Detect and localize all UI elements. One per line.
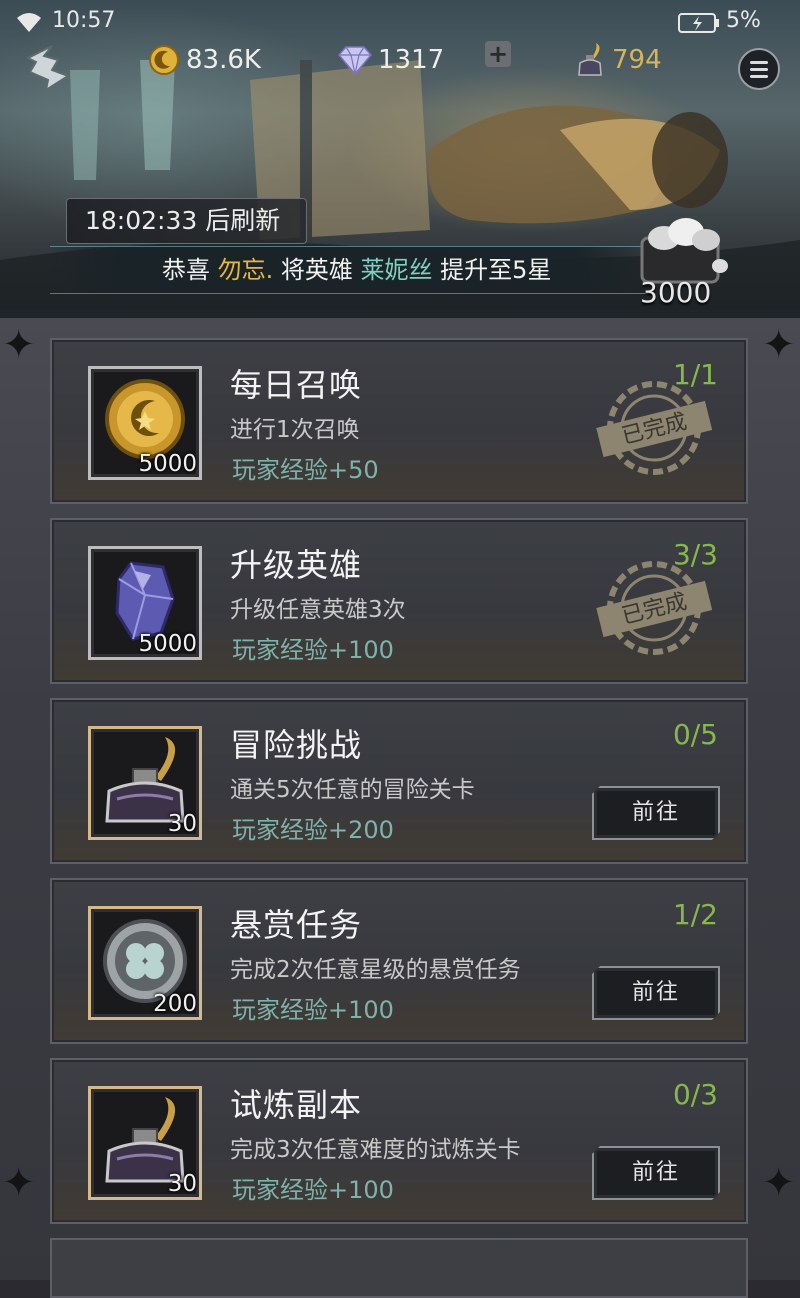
task-title: 悬赏任务 (230, 906, 363, 944)
ink-bottle-icon (578, 43, 602, 76)
battery-icon (678, 13, 719, 33)
task-card-partial (50, 1238, 748, 1298)
completed-stamp-icon: 已完成 (596, 561, 712, 655)
menu-button[interactable] (738, 48, 780, 90)
reward-slot[interactable]: 5000 (88, 546, 202, 660)
task-exp-reward: 玩家经验+100 (232, 636, 394, 664)
corner-ornament: ✦ (762, 322, 796, 368)
refresh-timer: 18:02:33 后刷新 (66, 198, 308, 244)
menu-line (750, 61, 768, 64)
menu-line (750, 75, 768, 78)
ticker-hero-name: 莱妮丝 (360, 256, 433, 284)
reward-quantity: 30 (167, 1171, 197, 1197)
ink-amount: 794 (612, 45, 662, 75)
ticker-text: 恭喜 勿忘. 将英雄 莱妮丝 提升至5星 (162, 247, 551, 293)
task-description: 完成2次任意星级的悬赏任务 (230, 957, 521, 983)
task-card: 5000 升级英雄 升级任意英雄3次 玩家经验+100 3/3 已完成 (50, 518, 748, 684)
task-description: 通关5次任意的冒险关卡 (230, 777, 475, 803)
ticker-player-name: 勿忘. (217, 256, 274, 284)
task-title: 冒险挑战 (230, 726, 363, 764)
reward-slot[interactable]: 30 (88, 1086, 202, 1200)
reward-quantity: 5000 (138, 631, 197, 657)
reward-slot[interactable]: 30 (88, 726, 202, 840)
announcement-ticker: 恭喜 勿忘. 将英雄 莱妮丝 提升至5星 (50, 246, 650, 294)
gold-coin-icon (149, 45, 179, 75)
task-card: 30 冒险挑战 通关5次任意的冒险关卡 玩家经验+200 0/5 前往 (50, 698, 748, 864)
header-banner: 10:57 5% 83.6K 1317 + 794 18:02:33 后刷新 恭… (0, 0, 800, 318)
go-button[interactable]: 前往 (592, 966, 720, 1020)
reward-quantity: 200 (153, 991, 197, 1017)
task-title: 升级英雄 (230, 546, 363, 584)
gold-counter: 83.6K (148, 40, 261, 80)
completed-stamp-icon: 已完成 (596, 381, 712, 475)
go-button[interactable]: 前往 (592, 1146, 720, 1200)
reward-quantity: 5000 (138, 451, 197, 477)
corner-ornament: ✦ (2, 322, 36, 368)
task-exp-reward: 玩家经验+50 (232, 456, 379, 484)
back-arrow-icon[interactable] (22, 42, 74, 94)
corner-ornament: ✦ (2, 1160, 36, 1206)
status-bar: 10:57 5% (0, 0, 800, 44)
menu-line (750, 68, 768, 71)
task-progress: 0/3 (672, 1078, 718, 1111)
add-gems-button[interactable]: + (485, 41, 511, 67)
task-card: 30 试炼副本 完成3次任意难度的试炼关卡 玩家经验+100 0/3 前往 (50, 1058, 748, 1224)
ticker-middle: 将英雄 (273, 256, 361, 284)
task-exp-reward: 玩家经验+100 (232, 996, 394, 1024)
task-description: 升级任意英雄3次 (230, 597, 406, 623)
task-description: 完成3次任意难度的试炼关卡 (230, 1137, 521, 1163)
ticker-suffix: 提升至5星 (432, 256, 552, 284)
task-title: 每日召唤 (230, 366, 363, 404)
ink-counter: 794 (576, 40, 662, 80)
task-exp-reward: 玩家经验+100 (232, 1176, 394, 1204)
task-card: 5000 每日召唤 进行1次召唤 玩家经验+50 1/1 已完成 (50, 338, 748, 504)
task-exp-reward: 玩家经验+200 (232, 816, 394, 844)
gold-amount: 83.6K (186, 45, 261, 75)
battery-percent: 5% (726, 8, 761, 33)
task-card: 200 悬赏任务 完成2次任意星级的悬赏任务 玩家经验+100 1/2 前往 (50, 878, 748, 1044)
task-description: 进行1次召唤 (230, 417, 360, 443)
reward-slot[interactable]: 200 (88, 906, 202, 1020)
reward-quantity: 30 (167, 811, 197, 837)
wifi-icon (17, 13, 41, 32)
diamond-icon (338, 46, 372, 75)
gem-counter: 1317 (338, 40, 444, 80)
clock: 10:57 (52, 8, 116, 33)
go-button[interactable]: 前往 (592, 786, 720, 840)
chest-value: 3000 (640, 276, 712, 309)
ticker-prefix: 恭喜 (162, 256, 218, 284)
reward-slot[interactable]: 5000 (88, 366, 202, 480)
task-progress: 1/2 (672, 898, 718, 931)
corner-ornament: ✦ (762, 1160, 796, 1206)
task-progress: 0/5 (672, 718, 718, 751)
task-title: 试炼副本 (230, 1086, 363, 1124)
gem-amount: 1317 (378, 45, 445, 75)
